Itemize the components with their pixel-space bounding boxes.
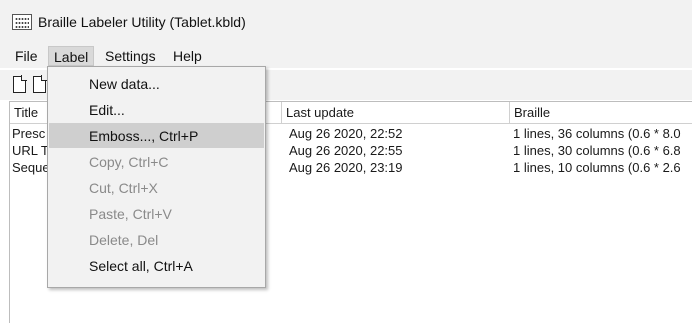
row-title: URL T (12, 143, 49, 158)
menu-item-emboss[interactable]: Emboss..., Ctrl+P (49, 123, 264, 148)
row-braille: 1 lines, 10 columns (0.6 * 2.6 (513, 160, 681, 175)
label-menu-dropdown: New data... Edit... Emboss..., Ctrl+P Co… (47, 66, 266, 288)
menu-settings[interactable]: Settings (100, 46, 161, 66)
braille-grid-icon (12, 14, 32, 30)
menu-item-paste: Paste, Ctrl+V (89, 206, 172, 222)
menu-help[interactable]: Help (168, 46, 207, 66)
row-title: Presc (12, 126, 46, 141)
row-last-update: Aug 26 2020, 23:19 (289, 160, 403, 175)
new-document-icon[interactable] (11, 75, 29, 95)
row-title: Seque (12, 160, 51, 175)
row-last-update: Aug 26 2020, 22:55 (289, 143, 403, 158)
row-braille: 1 lines, 30 columns (0.6 * 6.8 (513, 143, 681, 158)
menu-file[interactable]: File (10, 46, 43, 66)
column-header-last-update[interactable]: Last update (282, 102, 510, 124)
menu-item-copy: Copy, Ctrl+C (89, 154, 169, 170)
menu-item-cut: Cut, Ctrl+X (89, 180, 158, 196)
window-title: Braille Labeler Utility (Tablet.kbld) (38, 14, 246, 30)
column-header-braille[interactable]: Braille (510, 102, 692, 124)
row-braille: 1 lines, 36 columns (0.6 * 8.0 (513, 126, 681, 141)
menu-bar: File Label Settings Help (0, 42, 692, 68)
row-last-update: Aug 26 2020, 22:52 (289, 126, 403, 141)
title-bar: Braille Labeler Utility (Tablet.kbld) (0, 0, 692, 42)
menu-label[interactable]: Label (48, 46, 95, 66)
menu-item-select-all[interactable]: Select all, Ctrl+A (49, 253, 264, 278)
menu-item-edit[interactable]: Edit... (49, 97, 264, 122)
menu-item-delete: Delete, Del (89, 232, 159, 248)
menu-item-new-data[interactable]: New data... (49, 71, 264, 96)
